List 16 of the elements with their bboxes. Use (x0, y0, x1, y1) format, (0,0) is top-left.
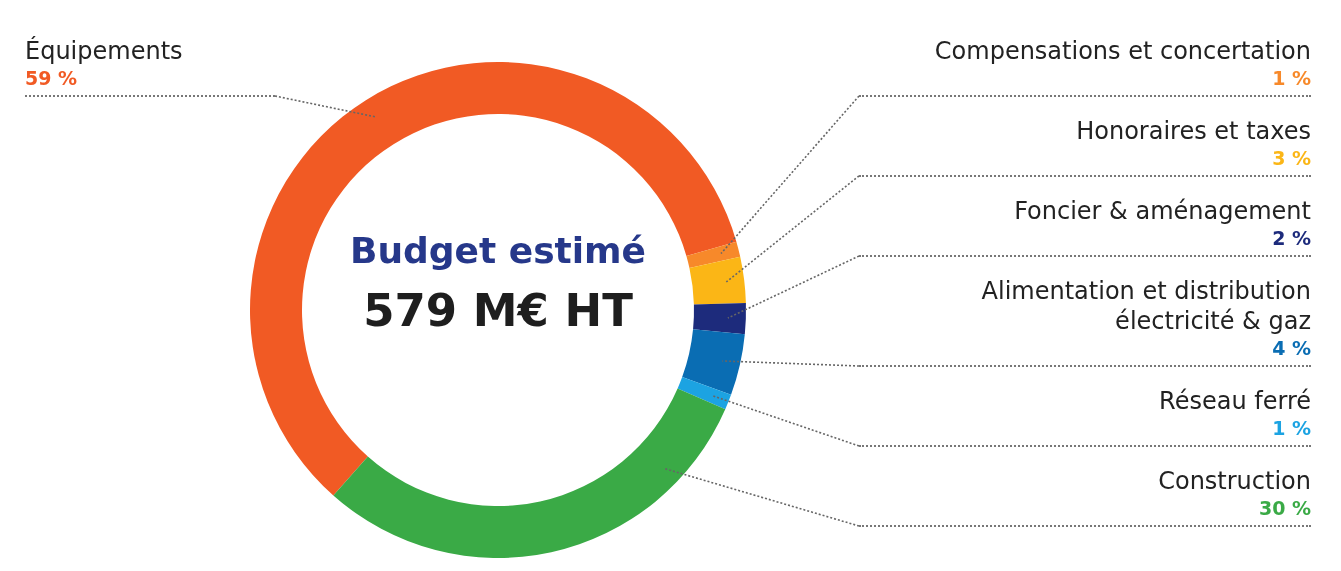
category-label: Équipements (25, 36, 183, 66)
category-label: Construction (1158, 466, 1311, 496)
category-label: Compensations et concertation (934, 36, 1311, 66)
category-label: Alimentation et distribution électricité & gaz (980, 276, 1311, 336)
chart-title: Budget estimé (349, 229, 647, 273)
percent-label: 59 % (25, 66, 78, 90)
category-label: Honoraires et taxes (1076, 116, 1311, 146)
category-label: Réseau ferré (1159, 386, 1311, 416)
budget-amount: 579 M€ HT (363, 283, 633, 339)
percent-label: 2 % (1272, 226, 1311, 250)
percent-label: 3 % (1272, 146, 1311, 170)
percent-label: 1 % (1272, 416, 1311, 440)
percent-label: 1 % (1272, 66, 1311, 90)
category-label: Foncier & aménagement (1014, 196, 1311, 226)
percent-label: 30 % (1258, 496, 1311, 520)
percent-label: 4 % (1272, 336, 1311, 360)
